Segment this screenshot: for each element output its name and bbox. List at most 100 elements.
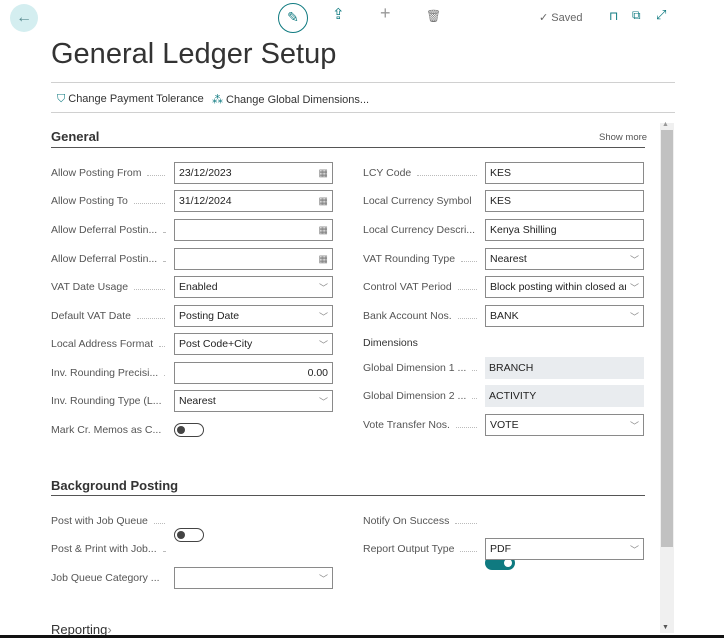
leader-dots (472, 369, 477, 371)
chevron-down-icon: ﹀ (629, 420, 639, 431)
leader-dots (163, 260, 165, 262)
text-field[interactable]: KES (485, 190, 644, 212)
toggle-switch[interactable] (174, 528, 204, 542)
field-value: BANK (490, 310, 519, 322)
label-text: Vote Transfer Nos. (363, 419, 450, 431)
field-label: Default VAT Date (51, 305, 171, 327)
leader-dots (136, 317, 165, 319)
leader-dots (461, 260, 477, 262)
back-button[interactable]: ← (10, 4, 38, 32)
saved-status: ✓ Saved (539, 12, 583, 24)
leader-dots (417, 174, 477, 176)
field-label: VAT Date Usage (51, 276, 171, 298)
field-label: Job Queue Category ... (51, 567, 171, 589)
dropdown-field[interactable]: PDF ﹀ (485, 538, 644, 560)
date-field[interactable]: ▦ (174, 219, 333, 241)
delete-button[interactable]: 🗑 (426, 9, 441, 23)
field-label: Control VAT Period (363, 276, 483, 298)
field-value: 0.00 (307, 367, 328, 379)
text-field[interactable]: ACTIVITY (485, 385, 644, 407)
leader-dots (460, 550, 477, 552)
dropdown-field[interactable]: Enabled ﹀ (174, 276, 333, 298)
text-field[interactable]: 0.00 (174, 362, 333, 384)
section-divider (51, 495, 645, 496)
leader-dots (147, 174, 165, 176)
field-label: Allow Posting To (51, 190, 171, 212)
dropdown-field[interactable]: Block posting within closed and warn for… (485, 276, 644, 298)
field-label: Global Dimension 1 ... (363, 357, 483, 379)
scroll-down-icon[interactable]: ▼ (662, 624, 669, 631)
chevron-down-icon: ﹀ (318, 282, 328, 293)
dropdown-field[interactable]: Nearest ﹀ (485, 248, 644, 270)
scroll-up-icon[interactable]: ▲ (662, 121, 669, 128)
field-value: Posting Date (179, 310, 240, 322)
section-general-title[interactable]: General (51, 129, 99, 144)
field-value: Nearest (179, 395, 216, 407)
dimensions-subheading: Dimensions (363, 337, 418, 349)
field-label: Allow Posting From (51, 162, 171, 184)
dropdown-field[interactable]: Posting Date ﹀ (174, 305, 333, 327)
share-button[interactable]: ⇪ (332, 5, 345, 23)
field-value: PDF (490, 543, 511, 555)
dropdown-field[interactable]: VOTE ﹀ (485, 414, 644, 436)
text-field[interactable]: KES (485, 162, 644, 184)
bookmark-button[interactable]: ⊓ (609, 9, 618, 23)
pencil-icon: ✎ (287, 9, 299, 25)
change-global-dimensions-action[interactable]: ⁂ Change Global Dimensions... (212, 93, 369, 106)
label-text: Allow Posting To (51, 195, 128, 207)
show-more-link[interactable]: Show more (599, 132, 647, 143)
dropdown-field[interactable]: BANK ﹀ (485, 305, 644, 327)
chevron-down-icon: ﹀ (318, 339, 328, 350)
dropdown-field[interactable]: Nearest ﹀ (174, 390, 333, 412)
text-field[interactable]: Kenya Shilling (485, 219, 644, 241)
field-value: 31/12/2024 (179, 195, 232, 207)
chevron-down-icon: ﹀ (629, 254, 639, 265)
field-value: BRANCH (489, 362, 534, 374)
calendar-icon: ▦ (318, 253, 328, 265)
calendar-icon: ▦ (318, 167, 328, 179)
date-field[interactable]: 31/12/2024 ▦ (174, 190, 333, 212)
field-value: 23/12/2023 (179, 167, 232, 179)
chevron-down-icon: ﹀ (629, 544, 639, 555)
leader-dots (163, 231, 165, 233)
leader-dots (133, 202, 165, 204)
dropdown-field[interactable]: Post Code+City ﹀ (174, 333, 333, 355)
field-value: VOTE (490, 419, 519, 431)
section-background-posting-title[interactable]: Background Posting (51, 478, 178, 493)
field-label: Report Output Type (363, 538, 483, 560)
label-text: Local Currency Symbol (363, 195, 472, 207)
chevron-down-icon: ﹀ (629, 282, 639, 293)
chevron-down-icon: ﹀ (629, 311, 639, 322)
change-payment-tolerance-action[interactable]: ⛉ Change Payment Tolerance (57, 93, 204, 106)
edit-button[interactable]: ✎ (278, 3, 308, 33)
field-label: Local Currency Descri... (363, 219, 483, 241)
field-value: Block posting within closed and warn for… (490, 281, 626, 293)
label-text: Inv. Rounding Type (L... (51, 395, 162, 407)
trash-icon: 🗑 (426, 9, 442, 23)
field-value: KES (490, 167, 512, 179)
scrollbar-thumb[interactable] (661, 130, 673, 547)
leader-dots (457, 317, 477, 319)
field-label: Bank Account Nos. (363, 305, 483, 327)
chevron-down-icon: ﹀ (318, 396, 328, 407)
new-button[interactable]: + (380, 3, 391, 24)
date-field[interactable]: ▦ (174, 248, 333, 270)
dropdown-field[interactable]: ﹀ (174, 567, 333, 589)
text-field[interactable]: BRANCH (485, 357, 644, 379)
payment-tolerance-icon: ⛉ (57, 93, 66, 105)
calendar-icon: ▦ (318, 224, 328, 236)
expand-button[interactable]: ⤢ (656, 7, 666, 23)
open-new-window-button[interactable]: ⧉ (632, 8, 641, 23)
label-text: Local Address Format (51, 338, 154, 350)
date-field[interactable]: 23/12/2023 ▦ (174, 162, 333, 184)
calendar-icon: ▦ (318, 195, 328, 207)
label-text: Notify On Success (363, 515, 450, 527)
label-text: Global Dimension 1 ... (363, 362, 467, 374)
label-text: Allow Posting From (51, 167, 142, 179)
field-label: Notify On Success (363, 510, 483, 532)
toggle-switch[interactable] (174, 423, 204, 437)
popout-icon: ⧉ (632, 8, 641, 22)
label-text: LCY Code (363, 167, 412, 179)
field-label: Global Dimension 2 ... (363, 385, 483, 407)
page-title: General Ledger Setup (51, 38, 337, 70)
